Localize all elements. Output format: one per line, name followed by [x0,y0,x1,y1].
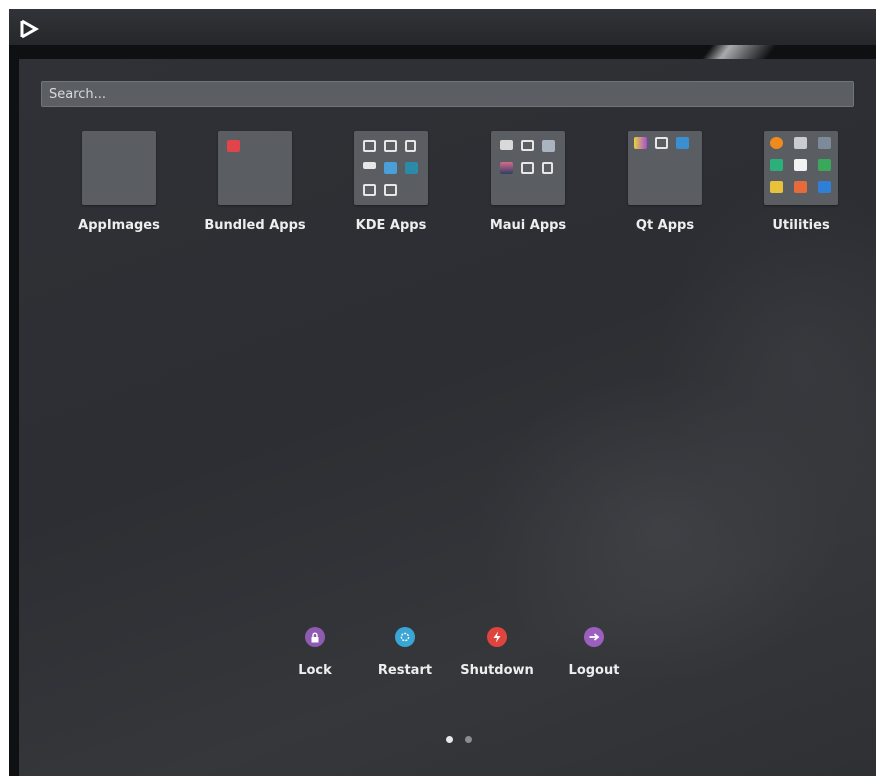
app-icon [521,140,534,151]
app-icon [818,137,831,149]
app-icon [363,162,376,169]
folder-kde-apps[interactable]: KDE Apps [331,131,451,233]
app-icon [363,140,376,152]
restart-button[interactable]: Restart [360,627,450,678]
app-icon [500,140,513,150]
app-icon [384,184,397,196]
wallpaper-highlight [694,45,794,59]
folder-qt-apps[interactable]: Qt Apps [605,131,725,233]
app-icon [542,162,553,174]
app-icon [770,181,783,193]
app-icon [676,137,689,149]
launcher-window: AppImages Bundled Apps KDE Apps [9,9,876,776]
page-indicator-1[interactable] [446,736,453,743]
folder-maui-apps-icon [491,131,565,205]
app-icon [794,181,807,193]
folder-label: Qt Apps [635,218,695,233]
folder-bundled-apps[interactable]: Bundled Apps [195,131,315,233]
lock-button[interactable]: Lock [270,627,360,678]
app-icon [521,162,534,174]
top-panel [9,9,876,45]
app-icon [500,162,513,174]
app-icon [384,140,397,152]
app-icon [542,140,555,152]
shutdown-label: Shutdown [460,663,534,678]
logout-label: Logout [568,663,620,678]
folder-qt-apps-icon [628,131,702,205]
app-icon [655,137,668,149]
folder-kde-apps-icon [354,131,428,205]
folder-maui-apps[interactable]: Maui Apps [468,131,588,233]
lock-label: Lock [298,663,332,678]
lock-icon [305,627,325,647]
page-indicator-2[interactable] [465,736,472,743]
shutdown-button[interactable]: Shutdown [452,627,542,678]
folder-label: Maui Apps [489,218,567,233]
logout-button[interactable]: Logout [549,627,639,678]
app-icon [770,159,783,171]
folder-label: Utilities [772,218,830,233]
folder-appimages-icon [82,131,156,205]
app-icon [634,137,647,149]
app-icon [227,140,240,152]
restart-label: Restart [377,663,433,678]
folder-label: Bundled Apps [204,218,306,233]
logout-icon [584,627,604,647]
launcher-logo-icon[interactable] [18,18,40,40]
app-launcher: AppImages Bundled Apps KDE Apps [19,59,876,776]
app-icon [818,181,831,193]
app-icon [794,159,807,171]
restart-icon [395,627,415,647]
app-icon [405,140,416,152]
app-icon [384,162,397,174]
folder-utilities-icon [764,131,838,205]
app-icon [770,137,783,149]
app-icon [818,159,831,171]
search-input[interactable] [41,81,854,107]
folder-label: AppImages [78,218,160,233]
app-icon [363,184,376,196]
folder-bundled-apps-icon [218,131,292,205]
folder-utilities[interactable]: Utilities [741,131,861,233]
app-icon [794,137,807,149]
folder-label: KDE Apps [355,218,427,233]
shutdown-icon [487,627,507,647]
app-icon [405,162,418,174]
folder-appimages[interactable]: AppImages [59,131,179,233]
